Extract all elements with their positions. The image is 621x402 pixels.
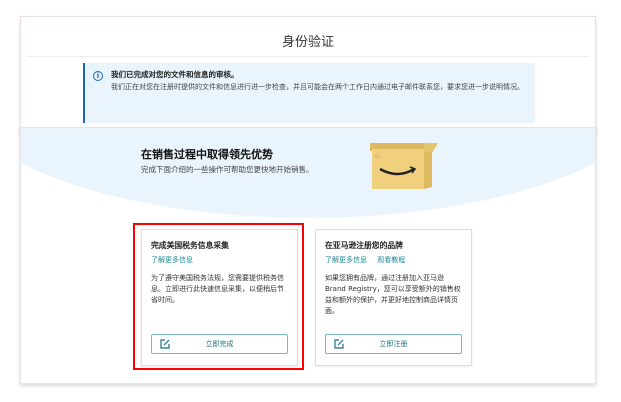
identity-verification-card: 身份验证 i 我们已完成对您的文件和信息的审核。 我们正在对您在注册时提供的文件… [20, 16, 596, 136]
promo-card: 在销售过程中取得领先优势 完成下面介绍的一些操作可帮助您更快地开始销售。 完成美… [20, 127, 596, 384]
learn-more-link[interactable]: 了解更多信息 [325, 256, 367, 264]
task-description: 如果您拥有品牌，通过注册加入亚马逊 Brand Registry，您可以享受额外… [325, 274, 461, 315]
button-label: 立即注册 [379, 340, 408, 348]
amazon-box-icon [370, 143, 438, 189]
promo-title: 在销售过程中取得领先优势 [141, 148, 273, 161]
alert-title: 我们已完成对您的文件和信息的审核。 [111, 70, 239, 79]
highlight-box [133, 223, 304, 370]
task-card-brand: 在亚马逊注册您的品牌 了解更多信息 观看教程 如果您拥有品牌，通过注册加入亚马逊… [315, 229, 472, 366]
watch-tutorial-link[interactable]: 观看教程 [377, 256, 405, 264]
page-title: 身份验证 [281, 35, 334, 50]
register-now-button[interactable]: 立即注册 [325, 334, 462, 354]
info-icon: i [93, 71, 103, 81]
info-alert: i 我们已完成对您的文件和信息的审核。 我们正在对您在注册时提供的文件和信息进行… [83, 63, 535, 123]
edit-icon [334, 339, 344, 349]
divider [27, 56, 589, 57]
alert-body: 我们正在对您在注册时提供的文件和信息进行进一步检查，并且可能会在两个工作日内通过… [111, 83, 524, 91]
promo-subtitle: 完成下面介绍的一些操作可帮助您更快地开始销售。 [141, 165, 314, 174]
task-title: 在亚马逊注册您的品牌 [325, 241, 403, 250]
